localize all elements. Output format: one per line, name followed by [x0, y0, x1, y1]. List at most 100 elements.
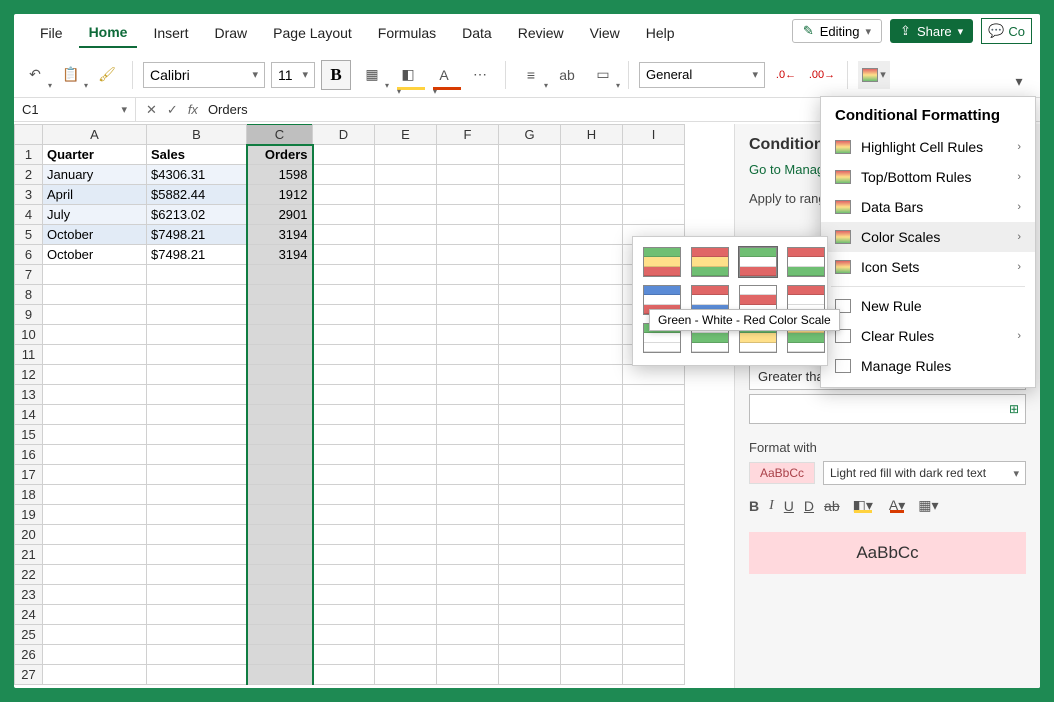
cell-F6[interactable] — [437, 245, 499, 265]
cell-E15[interactable] — [375, 425, 437, 445]
cell-A18[interactable] — [43, 485, 147, 505]
fill-color-icon[interactable]: ◧▾ — [850, 497, 876, 514]
ribbon-options-button[interactable]: ▾ — [1004, 66, 1034, 96]
column-header-H[interactable]: H — [561, 125, 623, 145]
row-header-14[interactable]: 14 — [15, 405, 43, 425]
tab-formulas[interactable]: Formulas — [368, 19, 446, 47]
cell-D17[interactable] — [313, 465, 375, 485]
cell-B27[interactable] — [147, 665, 247, 685]
cell-D2[interactable] — [313, 165, 375, 185]
cell-H24[interactable] — [561, 605, 623, 625]
cell-C6[interactable]: 3194 — [247, 245, 313, 265]
cell-I14[interactable] — [623, 405, 685, 425]
cell-H22[interactable] — [561, 565, 623, 585]
cell-I20[interactable] — [623, 525, 685, 545]
cell-B2[interactable]: $4306.31 — [147, 165, 247, 185]
cell-B4[interactable]: $6213.02 — [147, 205, 247, 225]
cell-F22[interactable] — [437, 565, 499, 585]
cell-B8[interactable] — [147, 285, 247, 305]
cell-G15[interactable] — [499, 425, 561, 445]
share-button[interactable]: ⇪ Share ▾ — [890, 19, 973, 43]
cell-E24[interactable] — [375, 605, 437, 625]
cell-C15[interactable] — [247, 425, 313, 445]
comments-button[interactable]: 💬 Co — [981, 18, 1032, 44]
cell-B23[interactable] — [147, 585, 247, 605]
cell-A6[interactable]: October — [43, 245, 147, 265]
column-header-D[interactable]: D — [313, 125, 375, 145]
cell-B9[interactable] — [147, 305, 247, 325]
cell-G9[interactable] — [499, 305, 561, 325]
cell-I1[interactable] — [623, 145, 685, 165]
row-header-18[interactable]: 18 — [15, 485, 43, 505]
row-header-22[interactable]: 22 — [15, 565, 43, 585]
cell-G14[interactable] — [499, 405, 561, 425]
font-size-select[interactable]: 11 ▾ — [271, 62, 315, 88]
row-header-2[interactable]: 2 — [15, 165, 43, 185]
cell-F7[interactable] — [437, 265, 499, 285]
font-color-button[interactable]: A — [429, 60, 459, 90]
cell-H16[interactable] — [561, 445, 623, 465]
cell-I21[interactable] — [623, 545, 685, 565]
cell-F20[interactable] — [437, 525, 499, 545]
cell-B17[interactable] — [147, 465, 247, 485]
cell-A19[interactable] — [43, 505, 147, 525]
cell-G20[interactable] — [499, 525, 561, 545]
row-header-6[interactable]: 6 — [15, 245, 43, 265]
row-header-7[interactable]: 7 — [15, 265, 43, 285]
cell-H12[interactable] — [561, 365, 623, 385]
column-header-E[interactable]: E — [375, 125, 437, 145]
cf-menu-new-rule[interactable]: New Rule — [821, 291, 1035, 321]
cell-G1[interactable] — [499, 145, 561, 165]
cell-H4[interactable] — [561, 205, 623, 225]
format-preset-select[interactable]: Light red fill with dark red text ▾ — [823, 461, 1026, 485]
cf-menu-item-data-bars[interactable]: Data Bars› — [821, 192, 1035, 222]
cell-C4[interactable]: 2901 — [247, 205, 313, 225]
cell-D3[interactable] — [313, 185, 375, 205]
tab-review[interactable]: Review — [508, 19, 574, 47]
cell-H3[interactable] — [561, 185, 623, 205]
cell-D6[interactable] — [313, 245, 375, 265]
color-scale-swatch-1[interactable] — [691, 247, 729, 277]
cell-A9[interactable] — [43, 305, 147, 325]
font-select[interactable]: Calibri ▾ — [143, 62, 265, 88]
cell-C19[interactable] — [247, 505, 313, 525]
cell-A24[interactable] — [43, 605, 147, 625]
cell-C18[interactable] — [247, 485, 313, 505]
cell-E11[interactable] — [375, 345, 437, 365]
cell-B6[interactable]: $7498.21 — [147, 245, 247, 265]
column-header-B[interactable]: B — [147, 125, 247, 145]
cell-D14[interactable] — [313, 405, 375, 425]
row-header-16[interactable]: 16 — [15, 445, 43, 465]
cell-G6[interactable] — [499, 245, 561, 265]
cell-E5[interactable] — [375, 225, 437, 245]
fill-color-button[interactable]: ◧ — [393, 60, 423, 90]
cell-B26[interactable] — [147, 645, 247, 665]
cell-G16[interactable] — [499, 445, 561, 465]
cell-F26[interactable] — [437, 645, 499, 665]
cell-C12[interactable] — [247, 365, 313, 385]
row-header-4[interactable]: 4 — [15, 205, 43, 225]
row-header-21[interactable]: 21 — [15, 545, 43, 565]
cell-G27[interactable] — [499, 665, 561, 685]
row-header-3[interactable]: 3 — [15, 185, 43, 205]
borders-button[interactable]: ▦ — [357, 60, 387, 90]
cell-D8[interactable] — [313, 285, 375, 305]
cell-H23[interactable] — [561, 585, 623, 605]
cell-D12[interactable] — [313, 365, 375, 385]
cell-A23[interactable] — [43, 585, 147, 605]
cell-D25[interactable] — [313, 625, 375, 645]
cell-H25[interactable] — [561, 625, 623, 645]
wrap-text-button[interactable]: ab — [552, 60, 582, 90]
cell-F27[interactable] — [437, 665, 499, 685]
cell-F24[interactable] — [437, 605, 499, 625]
cell-E23[interactable] — [375, 585, 437, 605]
cell-F25[interactable] — [437, 625, 499, 645]
cell-B7[interactable] — [147, 265, 247, 285]
row-header-11[interactable]: 11 — [15, 345, 43, 365]
cell-A21[interactable] — [43, 545, 147, 565]
tab-home[interactable]: Home — [79, 18, 138, 48]
underline-icon[interactable]: U — [784, 498, 794, 514]
cell-H8[interactable] — [561, 285, 623, 305]
cell-C14[interactable] — [247, 405, 313, 425]
cell-G11[interactable] — [499, 345, 561, 365]
